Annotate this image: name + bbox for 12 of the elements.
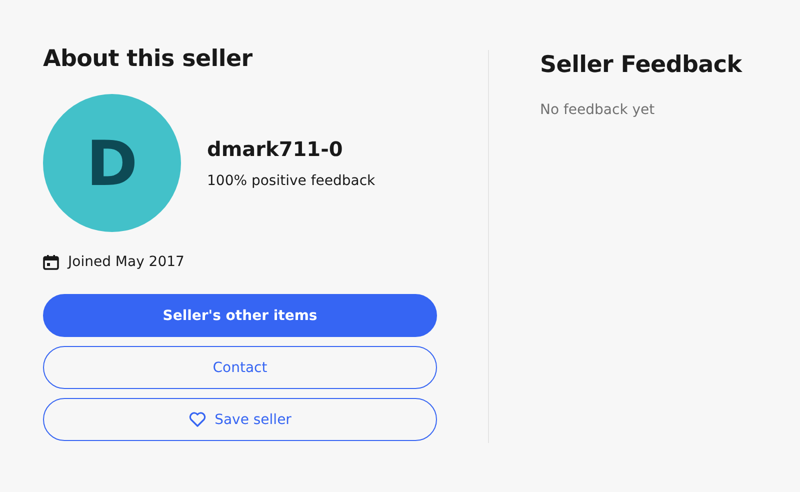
other-items-button[interactable]: Seller's other items xyxy=(43,294,437,337)
avatar: D xyxy=(43,94,181,232)
feedback-score: 100% positive feedback xyxy=(207,173,376,189)
seller-username: dmark711-0 xyxy=(207,137,344,161)
save-seller-button[interactable]: Save seller xyxy=(43,398,437,441)
joined-date: Joined May 2017 xyxy=(68,254,184,270)
section-title: Seller Feedback xyxy=(540,51,742,80)
section-title: About this seller xyxy=(43,45,254,74)
calendar-icon xyxy=(43,254,59,270)
heart-icon xyxy=(188,412,206,427)
feedback-message: No feedback yet xyxy=(540,102,656,118)
contact-button[interactable]: Contact xyxy=(43,346,437,389)
